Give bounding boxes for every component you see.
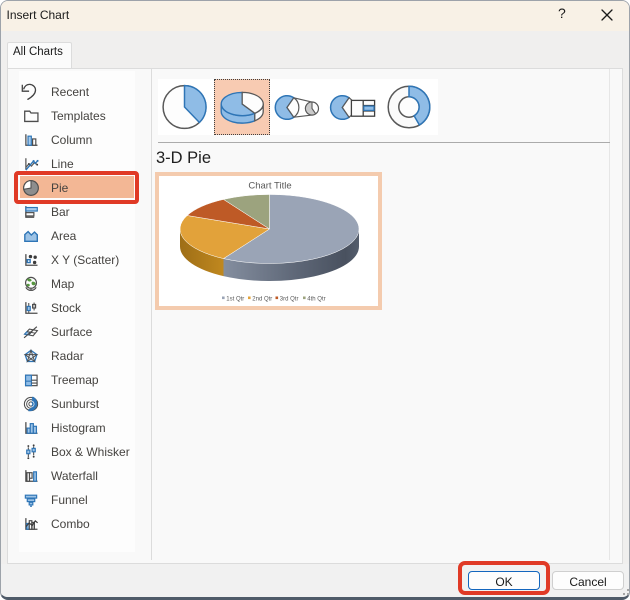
svg-text:1st Qtr: 1st Qtr xyxy=(226,296,244,302)
svg-text:4th Qtr: 4th Qtr xyxy=(307,296,325,302)
svg-text:3rd Qtr: 3rd Qtr xyxy=(280,296,299,302)
svg-text:2nd Qtr: 2nd Qtr xyxy=(252,296,272,302)
svg-text:Chart Title: Chart Title xyxy=(248,181,291,192)
